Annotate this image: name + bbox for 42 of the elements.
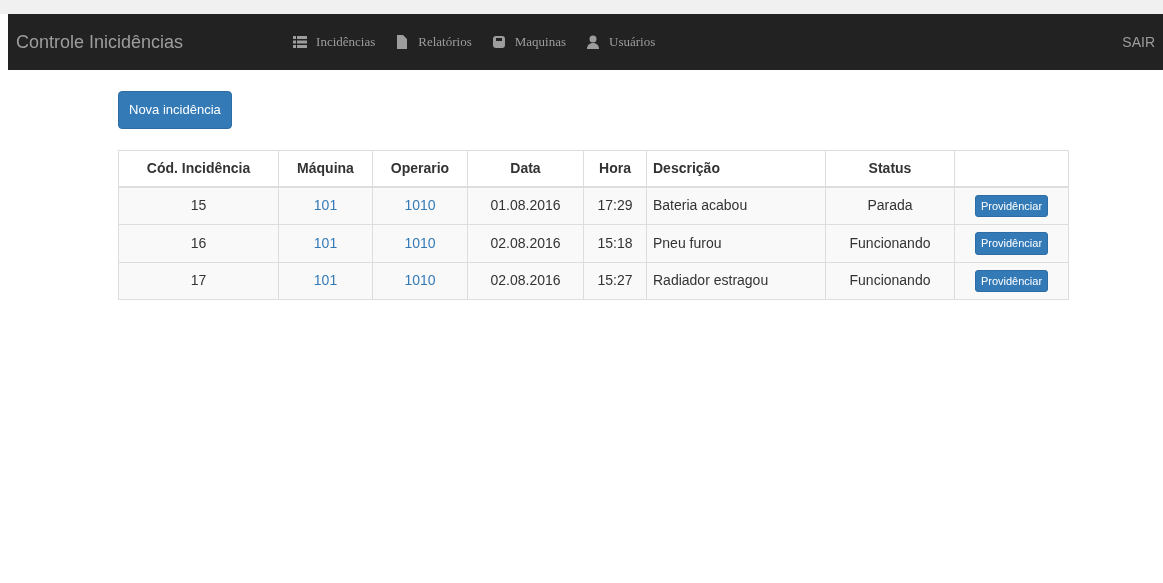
document-icon: [395, 35, 410, 49]
table-cell: 01.08.2016: [490, 197, 561, 214]
logout-link[interactable]: SAIR: [1122, 31, 1155, 53]
table-cell: 16: [190, 234, 207, 251]
table-cell: 17: [190, 272, 207, 289]
action-button[interactable]: Providênciar: [974, 269, 1049, 292]
status-text: Funcionando: [849, 234, 931, 251]
column-header: Operario: [372, 150, 468, 187]
column-header: Data: [467, 150, 584, 187]
nav-link[interactable]: Relatórios: [395, 32, 472, 52]
description-text: Bateria acabou: [653, 197, 748, 214]
action-button[interactable]: Providênciar: [974, 194, 1049, 217]
machine-link[interactable]: 101: [313, 234, 338, 251]
operator-link[interactable]: 1010: [404, 197, 436, 214]
table-cell: 17:29: [597, 197, 633, 214]
table-cell: 02.08.2016: [490, 234, 561, 251]
status-text: Funcionando: [849, 272, 931, 289]
table-cell: 15:18: [597, 234, 633, 251]
column-header: Status: [825, 150, 955, 187]
nav-link[interactable]: Usuários: [586, 32, 656, 52]
column-header: Máquina: [278, 150, 373, 187]
operator-link[interactable]: 1010: [404, 234, 436, 251]
table-cell: 15:27: [597, 272, 633, 289]
column-header: Cód. Incidência: [118, 150, 279, 187]
description-text: Pneu furou: [653, 234, 722, 251]
nav-link[interactable]: Maquinas: [491, 32, 566, 52]
user-icon: [586, 35, 600, 49]
app-title: Controle Inicidências: [16, 30, 184, 54]
table-cell: 02.08.2016: [490, 272, 561, 289]
action-button[interactable]: Providênciar: [974, 232, 1049, 255]
machine-link[interactable]: 101: [313, 197, 338, 214]
column-header: Descrição: [646, 150, 826, 187]
machine-link[interactable]: 101: [313, 272, 338, 289]
list-icon: [293, 35, 308, 49]
nav-link[interactable]: Incidências: [293, 32, 376, 52]
description-text: Radiador estragou: [653, 272, 769, 289]
table-cell: 15: [190, 197, 207, 214]
operator-link[interactable]: 1010: [404, 272, 436, 289]
column-header: Hora: [583, 150, 647, 187]
new-incident-button[interactable]: Nova incidência: [118, 91, 232, 129]
device-icon: [491, 35, 506, 49]
status-text: Parada: [867, 197, 913, 214]
